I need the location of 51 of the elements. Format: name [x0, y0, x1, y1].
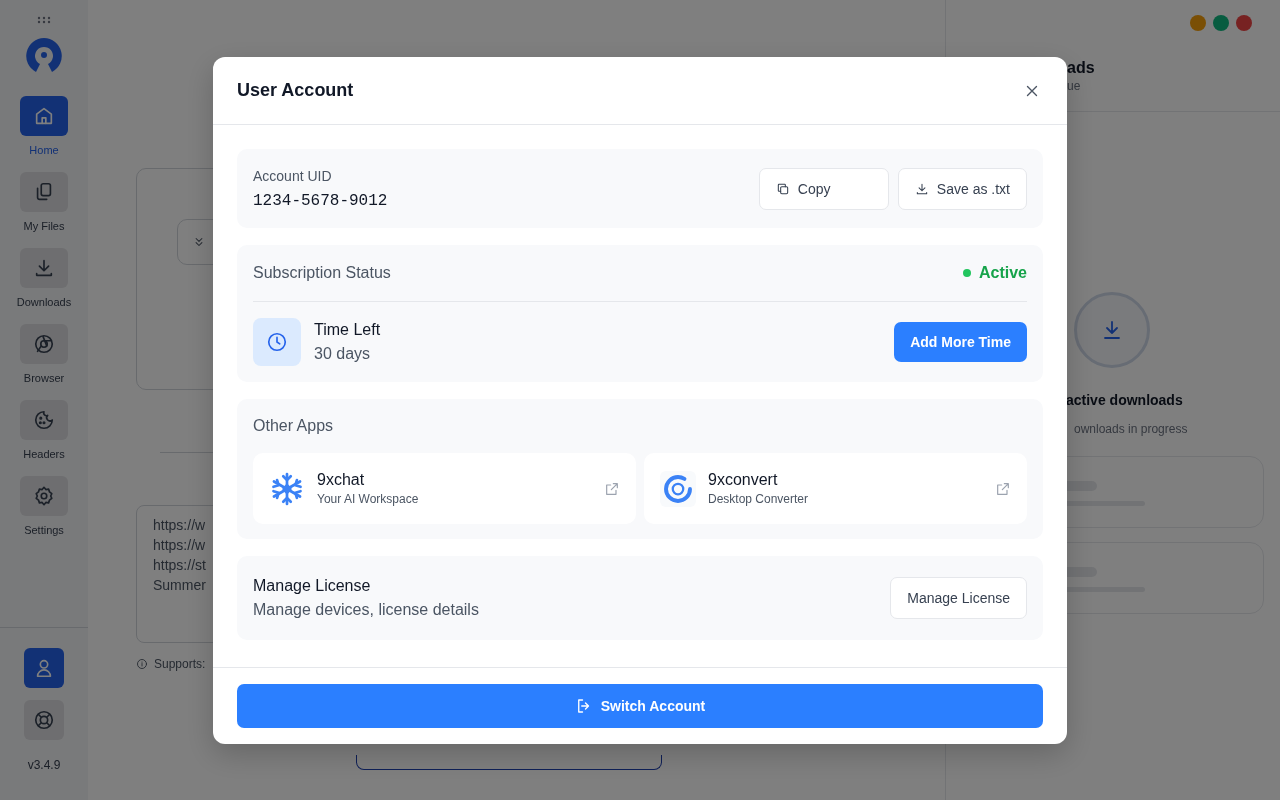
dialog-title: User Account [237, 80, 354, 101]
subscription-label: Subscription Status [253, 264, 391, 282]
copy-icon [775, 181, 790, 196]
other-apps-label: Other Apps [253, 416, 335, 436]
time-left-label: Time Left [314, 321, 381, 339]
app-description: Desktop Converter [708, 492, 809, 506]
clock-icon [266, 331, 288, 353]
uid-label: Account UID [253, 167, 333, 184]
app-link[interactable]: 9xconvert Desktop Converter [644, 453, 1027, 524]
account-button[interactable] [24, 648, 64, 688]
app-name: 9xconvert [708, 471, 779, 489]
app-link[interactable]: 9xchat Your AI Workspace [253, 453, 636, 524]
supports-label: Supports: [154, 657, 206, 671]
license-description: Manage devices, license details [253, 601, 479, 619]
maximize-button[interactable] [1213, 15, 1229, 31]
time-left-value: 30 days [314, 345, 372, 363]
info-icon [136, 658, 148, 670]
url-line: https://st [153, 556, 206, 575]
app-description: Your AI Workspace [317, 492, 419, 506]
license-title: Manage License [253, 577, 372, 595]
version-label: v3.4.9 [27, 758, 61, 772]
status-label: Active [978, 264, 1027, 282]
uid-value: 1234-5678-9012 [253, 191, 388, 210]
add-time-button[interactable]: Add More Time [894, 322, 1027, 362]
help-button[interactable] [24, 700, 64, 740]
panel-subtitle: ue [1067, 79, 1082, 93]
download-icon [33, 257, 55, 279]
app-name: 9xchat [317, 471, 366, 489]
url-line: https://w [153, 516, 206, 535]
switch-account-button[interactable]: Switch Account [237, 684, 1043, 728]
external-link-icon [995, 480, 1011, 497]
globe-icon [33, 333, 55, 355]
settings-icon [33, 485, 55, 507]
grip-icon[interactable] [37, 16, 51, 24]
copy-button[interactable]: Copy [758, 167, 889, 210]
home-icon [33, 105, 55, 127]
external-link-icon [604, 480, 620, 497]
manage-license-button[interactable]: Manage License [890, 577, 1027, 619]
snowflake-icon [269, 470, 305, 507]
download-icon [914, 181, 929, 196]
lifebuoy-icon [33, 709, 55, 731]
url-line: Summer [153, 576, 206, 595]
url-line: https://w [153, 536, 206, 555]
empty-subtitle: ownloads in progress [1074, 422, 1188, 436]
minimize-button[interactable] [1190, 15, 1206, 31]
chevrons-down-icon [192, 235, 206, 249]
ring-icon [660, 470, 696, 507]
empty-title: active downloads [1066, 392, 1183, 408]
panel-title: ads [1067, 59, 1096, 77]
save-button[interactable]: Save as .txt [897, 167, 1027, 210]
cookie-icon [33, 409, 55, 431]
